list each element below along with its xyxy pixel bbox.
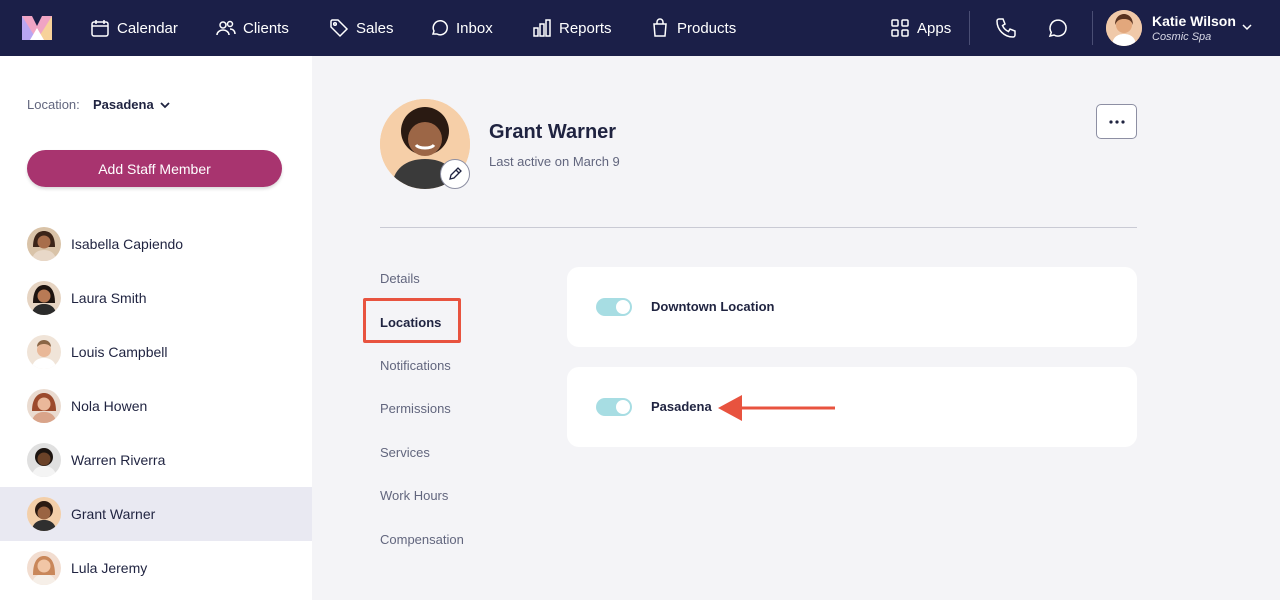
nav-divider [969, 11, 970, 45]
nav-sales-label: Sales [356, 19, 394, 37]
location-name: Pasadena [651, 399, 712, 414]
avatar [27, 335, 61, 369]
staff-name: Grant Warner [71, 506, 156, 522]
staff-list-item[interactable]: Louis Campbell [0, 325, 312, 379]
avatar [27, 281, 61, 315]
location-label: Location: [27, 97, 80, 112]
staff-list-item[interactable]: Laura Smith [0, 271, 312, 325]
annotation-highlight-box [363, 298, 461, 343]
nav-calendar-label: Calendar [117, 19, 178, 37]
message-icon[interactable] [1045, 16, 1069, 40]
staff-name: Isabella Capiendo [71, 236, 184, 252]
tab-compensation[interactable]: Compensation [380, 532, 464, 547]
location-toggle[interactable] [596, 398, 632, 416]
user-avatar[interactable] [1106, 10, 1142, 46]
tab-work-hours[interactable]: Work Hours [380, 488, 448, 503]
avatar [27, 389, 61, 423]
location-name: Downtown Location [651, 299, 775, 314]
tab-details[interactable]: Details [380, 271, 420, 286]
avatar [27, 227, 61, 261]
nav-inbox-label: Inbox [456, 19, 493, 37]
apps-grid-icon [891, 19, 909, 37]
app-logo[interactable] [22, 16, 52, 40]
staff-list-item-active[interactable]: Grant Warner [0, 487, 312, 541]
staff-list-item[interactable]: Lula Jeremy [0, 541, 312, 595]
nav-apps[interactable]: Apps [890, 0, 951, 56]
chevron-down-icon[interactable] [158, 98, 172, 112]
user-name: Katie Wilson [1152, 13, 1236, 29]
ellipsis-icon [1108, 119, 1125, 124]
location-card: Downtown Location [567, 267, 1137, 347]
nav-sales[interactable]: Sales [329, 0, 394, 56]
location-toggle[interactable] [596, 298, 632, 316]
nav-reports-label: Reports [559, 19, 612, 37]
staff-name: Nola Howen [71, 398, 148, 414]
tag-icon [330, 19, 349, 38]
pencil-icon [449, 167, 462, 180]
nav-clients[interactable]: Clients [216, 0, 289, 56]
nav-apps-label: Apps [917, 19, 952, 37]
staff-list-item[interactable]: Isabella Capiendo [0, 217, 312, 271]
annotation-arrow-icon [718, 395, 835, 421]
phone-icon[interactable] [994, 16, 1018, 40]
nav-inbox[interactable]: Inbox [429, 0, 493, 56]
nav-divider [1092, 11, 1093, 45]
more-options-button[interactable] [1096, 104, 1137, 139]
chevron-down-icon[interactable] [1240, 20, 1254, 34]
staff-name: Laura Smith [71, 290, 147, 306]
shopping-bag-icon [653, 18, 667, 37]
clients-icon [216, 20, 236, 36]
staff-sidebar: Location: Pasadena Add Staff Member Isab… [0, 56, 312, 600]
staff-list-item[interactable]: Nola Howen [0, 379, 312, 433]
nav-calendar[interactable]: Calendar [90, 0, 178, 56]
divider [380, 227, 1137, 228]
profile-name: Grant Warner [489, 121, 617, 143]
staff-name: Lula Jeremy [71, 560, 148, 576]
nav-reports[interactable]: Reports [532, 0, 612, 56]
toggle-knob [616, 300, 630, 314]
bar-chart-icon [533, 19, 551, 37]
user-business: Cosmic Spa [1152, 31, 1212, 43]
toggle-knob [616, 400, 630, 414]
avatar [27, 551, 61, 585]
calendar-icon [91, 20, 109, 37]
location-selector[interactable]: Pasadena [93, 97, 154, 112]
staff-list-item[interactable]: Warren Riverra [0, 433, 312, 487]
tab-services[interactable]: Services [380, 445, 430, 460]
nav-clients-label: Clients [243, 19, 289, 37]
staff-name: Louis Campbell [71, 344, 168, 360]
chat-icon [431, 20, 448, 36]
staff-name: Warren Riverra [71, 452, 166, 468]
nav-products[interactable]: Products [650, 0, 736, 56]
nav-products-label: Products [677, 19, 737, 37]
avatar [27, 497, 61, 531]
top-navigation-bar: Calendar Clients Sales Inbox Reports Pro… [0, 0, 1280, 56]
avatar [27, 443, 61, 477]
last-active-text: Last active on March 9 [489, 154, 620, 169]
add-staff-member-button[interactable]: Add Staff Member [27, 150, 282, 187]
tab-notifications[interactable]: Notifications [380, 358, 451, 373]
tab-permissions[interactable]: Permissions [380, 401, 451, 416]
edit-photo-button[interactable] [440, 159, 470, 189]
location-card: Pasadena [567, 367, 1137, 447]
